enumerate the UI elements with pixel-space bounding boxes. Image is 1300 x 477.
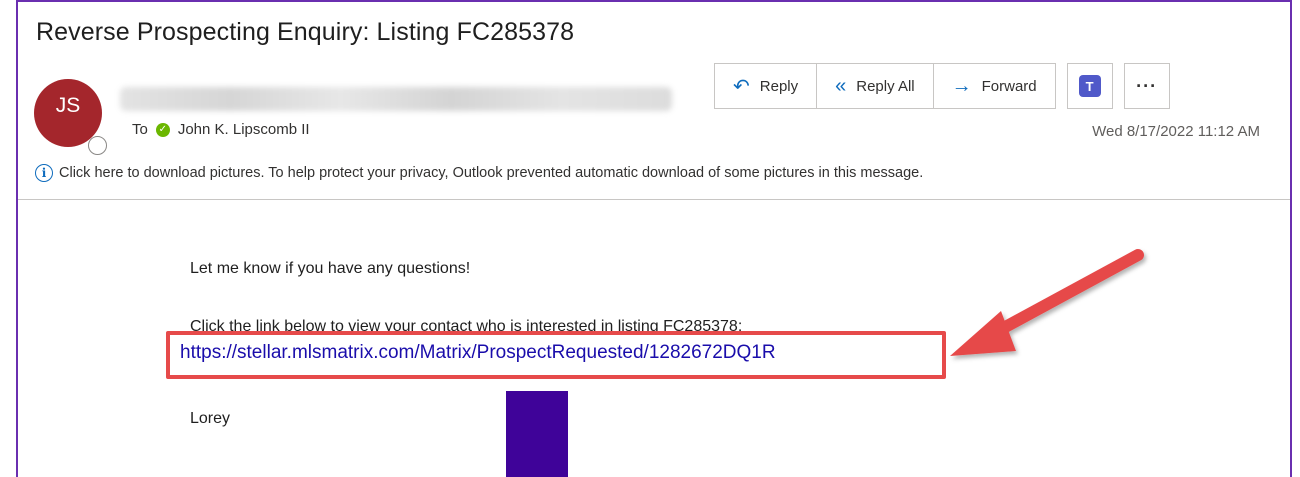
annotation-arrow-icon xyxy=(950,249,1144,356)
